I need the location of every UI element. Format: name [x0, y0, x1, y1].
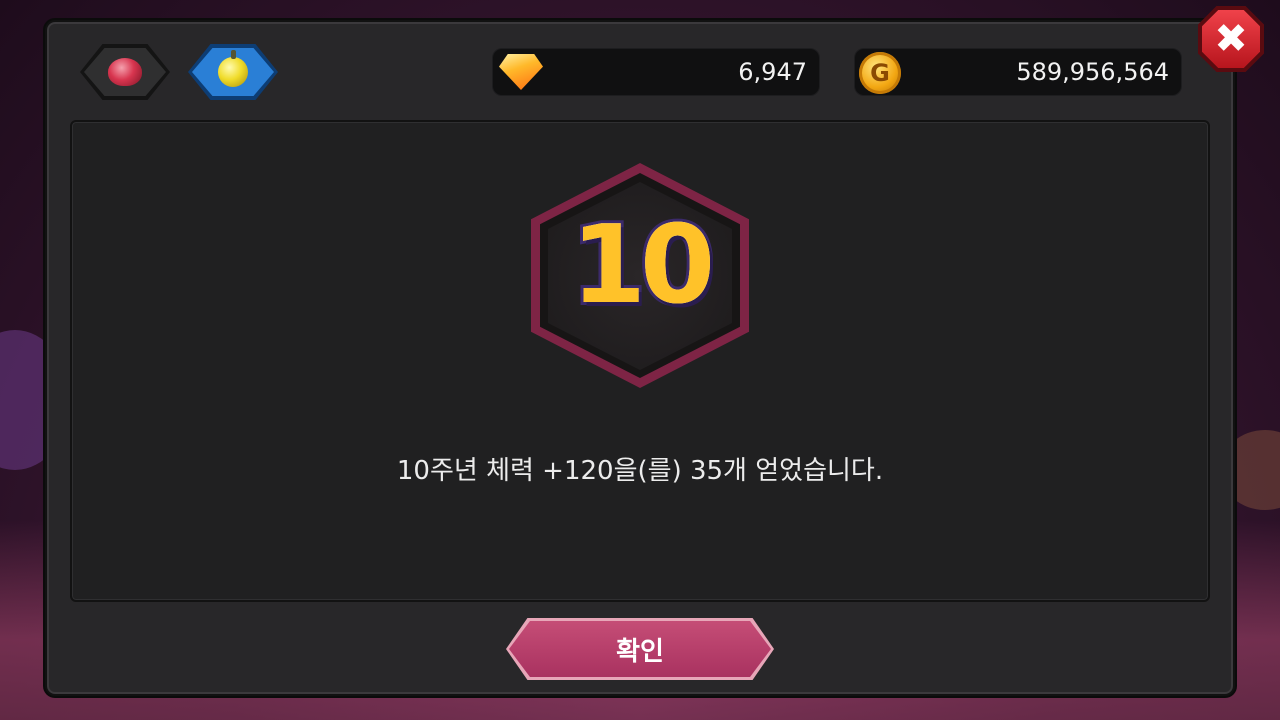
gold-coin-symbol: G [870, 59, 890, 87]
bomb-icon [218, 50, 248, 87]
anniversary-10-icon: 10 [568, 200, 718, 331]
close-button[interactable]: ✖ [1198, 6, 1264, 72]
gem-balance: 6,947 [492, 48, 820, 96]
reward-message: 10주년 체력 +120을(를) 35개 얻었습니다. [396, 456, 884, 486]
confirm-button[interactable]: 확인 [506, 618, 774, 680]
ruby-icon [108, 58, 142, 86]
close-icon: ✖ [1214, 16, 1248, 62]
gold-coin-icon: G [859, 52, 901, 94]
gold-count: 589,956,564 [1016, 58, 1169, 86]
gem-icon [499, 54, 543, 90]
confirm-button-label: 확인 [616, 636, 664, 667]
gold-balance: G 589,956,564 [854, 48, 1182, 96]
gem-count: 6,947 [738, 58, 807, 86]
